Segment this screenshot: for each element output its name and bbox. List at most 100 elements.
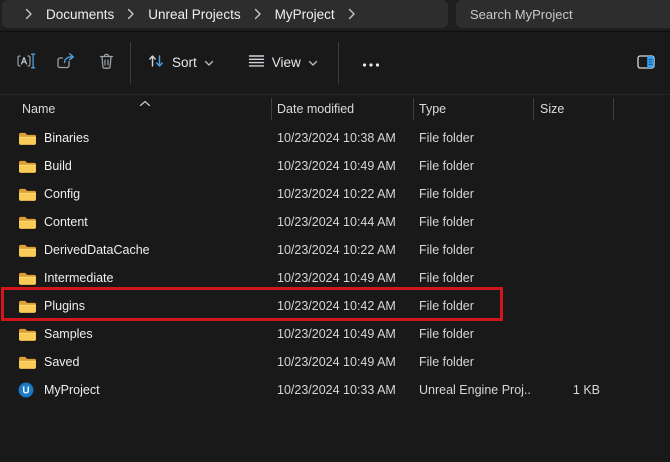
breadcrumb-item-documents[interactable]: Documents	[42, 7, 118, 22]
file-type: File folder	[419, 124, 531, 152]
file-type: File folder	[419, 292, 531, 320]
folder-icon	[18, 270, 37, 286]
column-header-type[interactable]: Type	[419, 95, 446, 123]
file-name: Saved	[44, 355, 79, 369]
file-type: File folder	[419, 180, 531, 208]
file-type: File folder	[419, 320, 531, 348]
column-divider[interactable]	[413, 98, 414, 120]
table-row[interactable]: U Config 10/23/2024 10:22 AM File folder	[0, 180, 670, 208]
column-header-size[interactable]: Size	[540, 95, 564, 123]
file-date: 10/23/2024 10:49 AM	[277, 320, 409, 348]
chevron-right-icon	[245, 8, 271, 20]
file-date: 10/23/2024 10:22 AM	[277, 236, 409, 264]
file-size	[533, 180, 607, 208]
view-label: View	[272, 55, 301, 70]
file-date: 10/23/2024 10:49 AM	[277, 264, 409, 292]
file-size	[533, 236, 607, 264]
ellipsis-icon	[362, 55, 380, 70]
toolbar-separator	[338, 42, 339, 84]
chevron-down-icon	[204, 55, 214, 70]
see-more-button[interactable]	[351, 45, 391, 81]
search-box[interactable]	[456, 0, 670, 28]
share-button[interactable]	[46, 45, 86, 81]
file-explorer-window: Documents Unreal Projects MyProject	[0, 0, 670, 462]
sort-label: Sort	[172, 55, 197, 70]
sort-arrows-icon	[147, 53, 165, 72]
column-divider[interactable]	[613, 98, 614, 120]
column-header-row: Name Date modified Type Size	[0, 94, 670, 122]
view-list-icon	[248, 54, 265, 71]
file-size	[533, 292, 607, 320]
file-type: File folder	[419, 152, 531, 180]
trash-icon	[98, 52, 115, 73]
file-name: Samples	[44, 327, 93, 341]
file-name: Plugins	[44, 299, 85, 313]
chevron-right-icon[interactable]	[339, 8, 365, 20]
file-date: 10/23/2024 10:38 AM	[277, 124, 409, 152]
table-row[interactable]: U Binaries 10/23/2024 10:38 AM File fold…	[0, 124, 670, 152]
rename-icon	[17, 52, 36, 73]
file-size	[533, 320, 607, 348]
column-divider[interactable]	[271, 98, 272, 120]
table-row[interactable]: U Content 10/23/2024 10:44 AM File folde…	[0, 208, 670, 236]
file-date: 10/23/2024 10:42 AM	[277, 292, 409, 320]
view-button[interactable]: View	[238, 45, 328, 81]
file-type: File folder	[419, 348, 531, 376]
folder-icon	[18, 242, 37, 258]
file-name: DerivedDataCache	[44, 243, 150, 257]
file-date: 10/23/2024 10:22 AM	[277, 180, 409, 208]
delete-button[interactable]	[86, 45, 126, 81]
details-pane-button[interactable]	[628, 45, 664, 81]
folder-icon	[18, 354, 37, 370]
unreal-engine-icon: U	[18, 382, 37, 398]
file-size	[533, 124, 607, 152]
folder-icon	[18, 158, 37, 174]
file-size	[533, 348, 607, 376]
file-size	[533, 264, 607, 292]
file-list-body: U Binaries 10/23/2024 10:38 AM File fold…	[0, 124, 670, 404]
file-type: File folder	[419, 208, 531, 236]
folder-icon	[18, 214, 37, 230]
file-size	[533, 152, 607, 180]
breadcrumb-item-unreal-projects[interactable]: Unreal Projects	[144, 7, 244, 22]
command-bar: Sort View	[0, 31, 670, 93]
file-name: Content	[44, 215, 88, 229]
file-date: 10/23/2024 10:49 AM	[277, 152, 409, 180]
details-pane-icon	[637, 55, 655, 72]
share-icon	[56, 52, 76, 73]
table-row[interactable]: U Intermediate 10/23/2024 10:49 AM File …	[0, 264, 670, 292]
file-type: File folder	[419, 236, 531, 264]
search-input[interactable]	[470, 7, 668, 22]
column-header-name[interactable]: Name	[22, 95, 55, 123]
column-divider[interactable]	[533, 98, 534, 120]
file-date: 10/23/2024 10:49 AM	[277, 348, 409, 376]
file-name: Intermediate	[44, 271, 113, 285]
table-row[interactable]: U DerivedDataCache 10/23/2024 10:22 AM F…	[0, 236, 670, 264]
table-row[interactable]: U Build 10/23/2024 10:49 AM File folder	[0, 152, 670, 180]
file-date: 10/23/2024 10:44 AM	[277, 208, 409, 236]
file-type: Unreal Engine Proj...	[419, 376, 531, 404]
file-name: Binaries	[44, 131, 89, 145]
column-header-date-modified[interactable]: Date modified	[277, 95, 354, 123]
folder-icon	[18, 326, 37, 342]
table-row[interactable]: U Samples 10/23/2024 10:49 AM File folde…	[0, 320, 670, 348]
table-row[interactable]: U Plugins 10/23/2024 10:42 AM File folde…	[0, 292, 670, 320]
breadcrumb-item-myproject[interactable]: MyProject	[271, 7, 339, 22]
sort-ascending-icon	[139, 96, 151, 110]
address-bar: Documents Unreal Projects MyProject	[0, 0, 670, 30]
chevron-down-icon	[308, 55, 318, 70]
file-name: Config	[44, 187, 80, 201]
rename-button[interactable]	[6, 45, 46, 81]
file-name: Build	[44, 159, 72, 173]
breadcrumb[interactable]: Documents Unreal Projects MyProject	[2, 0, 448, 28]
table-row[interactable]: U Saved 10/23/2024 10:49 AM File folder	[0, 348, 670, 376]
table-row[interactable]: U MyProject 10/23/2024 10:33 AM Unreal E…	[0, 376, 670, 404]
folder-icon	[18, 298, 37, 314]
chevron-right-icon[interactable]	[16, 8, 42, 20]
folder-icon	[18, 186, 37, 202]
svg-text:U: U	[22, 386, 29, 397]
toolbar-separator	[130, 42, 131, 84]
file-date: 10/23/2024 10:33 AM	[277, 376, 409, 404]
sort-button[interactable]: Sort	[137, 45, 224, 81]
file-name: MyProject	[44, 383, 100, 397]
